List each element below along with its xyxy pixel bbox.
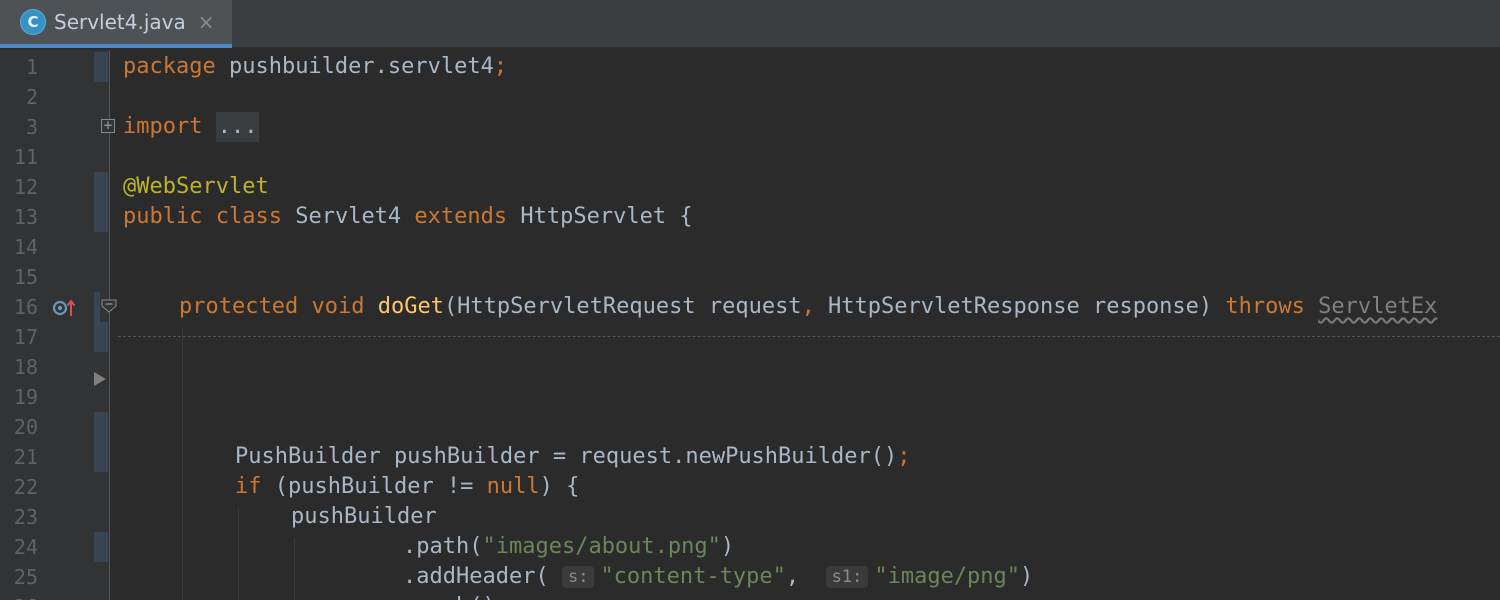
- line-number: 14: [13, 235, 38, 259]
- vcs-change-marker: [94, 172, 108, 202]
- fold-collapse-icon[interactable]: [101, 299, 117, 313]
- code-line: 21 PushBuilder pushBuilder = request.new…: [0, 442, 1500, 472]
- code-text: .push(): [403, 592, 496, 600]
- code-line: 2: [0, 82, 1500, 112]
- folded-imports[interactable]: ...: [215, 112, 260, 142]
- line-number: 26: [0, 592, 38, 600]
- code-text: public class Servlet4 extends HttpServle…: [123, 204, 693, 229]
- vcs-change-marker: [94, 412, 108, 442]
- code-line: 18: [0, 352, 1500, 386]
- code-line: 26 .push(): [0, 592, 1500, 600]
- close-icon[interactable]: ×: [198, 12, 215, 32]
- code-line: 22 if (pushBuilder != null) {: [0, 472, 1500, 502]
- code-line: 17: [0, 322, 1500, 352]
- line-number: 1: [25, 55, 38, 79]
- code-line: 24 .path("images/about.png"): [0, 532, 1500, 562]
- vcs-change-marker: [94, 202, 108, 232]
- code-line: 15: [0, 262, 1500, 292]
- vcs-change-marker: [94, 322, 108, 352]
- override-method-icon[interactable]: [52, 298, 78, 318]
- line-number: 11: [13, 145, 38, 169]
- line-number: 12: [13, 175, 38, 199]
- code-line: 11: [0, 142, 1500, 172]
- code-text: package pushbuilder.servlet4;: [123, 54, 508, 79]
- code-line: 16 protected void doGet(HttpServletReque…: [0, 292, 1500, 322]
- line-number: 2: [25, 85, 38, 109]
- line-number: 22: [13, 475, 38, 499]
- line-number: 13: [13, 205, 38, 229]
- code-line: 13 public class Servlet4 extends HttpSer…: [0, 202, 1500, 232]
- line-number: 16: [13, 295, 38, 319]
- code-line: 23 pushBuilder: [0, 502, 1500, 532]
- parameter-hint: s:: [561, 566, 595, 588]
- parameter-hint: s1:: [825, 566, 869, 588]
- code-line: 3 + import ...: [0, 112, 1500, 142]
- code-text: if (pushBuilder != null) {: [235, 474, 580, 499]
- java-class-icon: C: [20, 9, 46, 35]
- code-text: pushBuilder: [291, 504, 437, 529]
- line-number: 23: [13, 505, 38, 529]
- code-line: 25 .addHeader( s: "content-type", s1: "ima…: [0, 562, 1500, 592]
- vcs-change-marker: [94, 292, 100, 322]
- vcs-change-marker: [94, 532, 108, 562]
- code-text: import ...: [123, 112, 260, 142]
- line-number: 15: [13, 265, 38, 289]
- line-number: 25: [13, 565, 38, 589]
- code-text: .addHeader( s: "content-type", s1: "image/…: [403, 564, 1034, 589]
- vcs-change-marker: [94, 52, 108, 82]
- code-line: 20: [0, 412, 1500, 442]
- line-number: 17: [13, 325, 38, 349]
- code-line: 1 package pushbuilder.servlet4;: [0, 52, 1500, 82]
- fold-expand-icon[interactable]: +: [101, 119, 115, 133]
- line-number: 18: [13, 355, 38, 379]
- code-line: 19: [0, 382, 1500, 412]
- tab-title: Servlet4.java: [54, 10, 186, 34]
- code-text: protected void doGet(HttpServletRequest …: [179, 294, 1438, 319]
- code-text: @WebServlet: [123, 174, 269, 199]
- tab-servlet4-java[interactable]: C Servlet4.java ×: [0, 0, 232, 48]
- editor-tab-bar: C Servlet4.java ×: [0, 0, 1500, 48]
- code-text: .path("images/about.png"): [403, 534, 735, 559]
- code-text: PushBuilder pushBuilder = request.newPus…: [235, 444, 911, 469]
- line-number: 20: [13, 415, 38, 439]
- code-editor[interactable]: 1 package pushbuilder.servlet4; 2 3 + im…: [0, 50, 1500, 600]
- code-line: 12 @WebServlet: [0, 172, 1500, 202]
- line-number: 3: [25, 115, 38, 139]
- method-separator: [118, 336, 1500, 337]
- line-number: 24: [13, 535, 38, 559]
- code-line: 14: [0, 232, 1500, 262]
- line-number: 21: [13, 445, 38, 469]
- line-number: 19: [13, 385, 38, 409]
- vcs-change-marker: [94, 442, 108, 472]
